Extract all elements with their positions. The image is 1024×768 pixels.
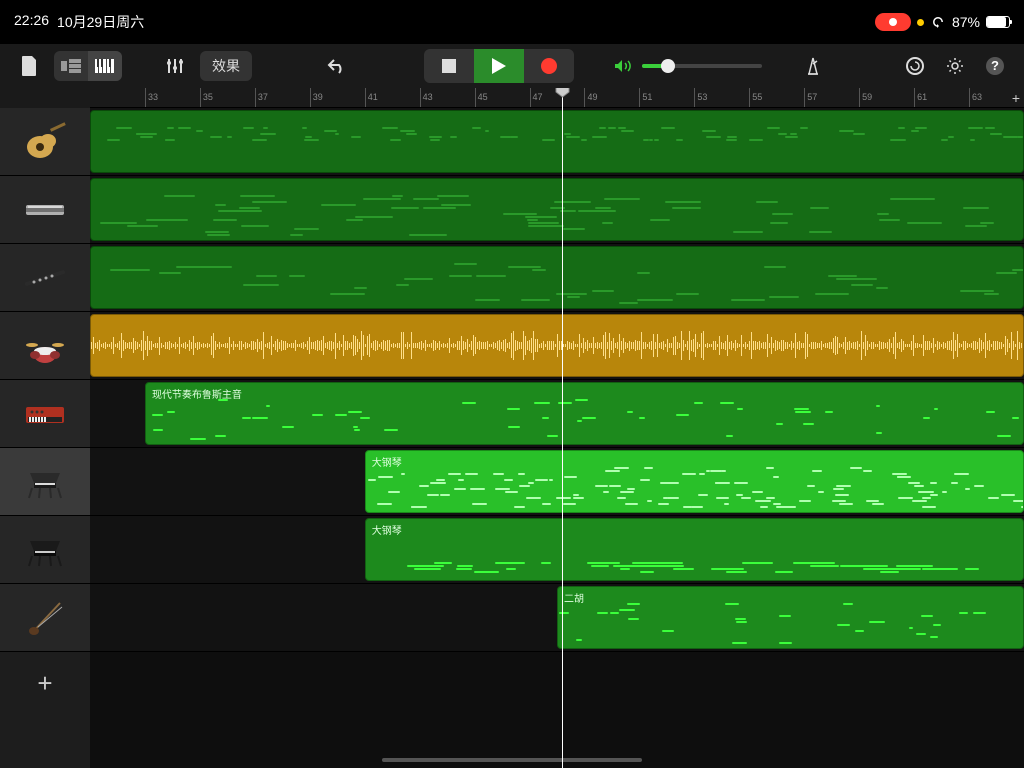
location-indicator bbox=[917, 19, 924, 26]
ruler-tick: 61 bbox=[914, 88, 927, 107]
ruler-tick: 51 bbox=[639, 88, 652, 107]
metronome-button[interactable] bbox=[798, 51, 828, 81]
add-track-button[interactable]: + bbox=[0, 652, 90, 714]
track-header-harmonica[interactable] bbox=[0, 176, 90, 244]
region-erhu[interactable]: 二胡 bbox=[557, 586, 1024, 649]
battery-icon bbox=[986, 16, 1010, 28]
track-header-guitar[interactable] bbox=[0, 108, 90, 176]
track-headers: + bbox=[0, 88, 90, 768]
settings-button[interactable] bbox=[940, 51, 970, 81]
instrument-view-button[interactable] bbox=[88, 51, 122, 81]
fx-button[interactable]: 效果 bbox=[200, 51, 252, 81]
toolbar: 效果 ? bbox=[0, 44, 1024, 88]
battery-percent: 87% bbox=[952, 14, 980, 30]
tracks-view-button[interactable] bbox=[54, 51, 88, 81]
region-synth[interactable]: 现代节奏布鲁斯主音 bbox=[145, 382, 1024, 445]
battery-fill bbox=[987, 17, 1006, 27]
track-row-oboe[interactable] bbox=[90, 244, 1024, 312]
my-songs-button[interactable] bbox=[14, 51, 44, 81]
ruler-tick: 39 bbox=[310, 88, 323, 107]
status-time: 22:26 bbox=[14, 12, 49, 32]
ruler-tick: 59 bbox=[859, 88, 872, 107]
region-piano1[interactable]: 大钢琴 bbox=[365, 450, 1024, 513]
screen-record-indicator[interactable] bbox=[875, 13, 911, 31]
timeline[interactable]: + 33 35 37 39 41 43 45 47 49 51 53 55 57 59 61 63 现代节奏布… bbox=[90, 88, 1024, 768]
volume-icon bbox=[614, 59, 632, 73]
track-row-drums[interactable] bbox=[90, 312, 1024, 380]
track-row-piano2[interactable]: 大钢琴 bbox=[90, 516, 1024, 584]
help-button[interactable]: ? bbox=[980, 51, 1010, 81]
ruler-tick: 55 bbox=[749, 88, 762, 107]
workspace: + + 33 35 37 39 41 43 45 47 49 51 53 55 57 59 61 63 现代节… bbox=[0, 88, 1024, 768]
track-row-harmonica[interactable] bbox=[90, 176, 1024, 244]
track-header-oboe[interactable] bbox=[0, 244, 90, 312]
ruler-tick: 33 bbox=[145, 88, 158, 107]
track-row-piano1[interactable]: 大钢琴 bbox=[90, 448, 1024, 516]
ruler-tick: 57 bbox=[804, 88, 817, 107]
track-header-piano2[interactable] bbox=[0, 516, 90, 584]
play-button[interactable] bbox=[474, 49, 524, 83]
playhead[interactable] bbox=[562, 88, 563, 768]
ruler-tick: 47 bbox=[530, 88, 543, 107]
ruler-tick: 53 bbox=[694, 88, 707, 107]
region-guitar[interactable] bbox=[90, 110, 1024, 173]
track-header-synth[interactable] bbox=[0, 380, 90, 448]
ruler-tick: 63 bbox=[969, 88, 982, 107]
region-harmonica[interactable] bbox=[90, 178, 1024, 241]
master-volume-slider[interactable] bbox=[642, 64, 762, 68]
track-header-piano1[interactable] bbox=[0, 448, 90, 516]
orientation-lock-icon bbox=[930, 16, 946, 28]
ruler-tick: 49 bbox=[584, 88, 597, 107]
region-oboe[interactable] bbox=[90, 246, 1024, 309]
playhead-handle-icon[interactable] bbox=[555, 88, 570, 98]
track-header-erhu[interactable] bbox=[0, 584, 90, 652]
track-row-synth[interactable]: 现代节奏布鲁斯主音 bbox=[90, 380, 1024, 448]
volume-knob[interactable] bbox=[661, 59, 675, 73]
region-drums[interactable] bbox=[90, 314, 1024, 377]
status-bar: 22:26 10月29日周六 87% bbox=[0, 0, 1024, 44]
ruler-tick: 43 bbox=[420, 88, 433, 107]
track-row-erhu[interactable]: 二胡 bbox=[90, 584, 1024, 652]
ruler-tick: 45 bbox=[475, 88, 488, 107]
region-piano2[interactable]: 大钢琴 bbox=[365, 518, 1024, 581]
ruler-tick: 35 bbox=[200, 88, 213, 107]
status-date: 10月29日周六 bbox=[57, 12, 144, 32]
track-row-guitar[interactable] bbox=[90, 108, 1024, 176]
record-button[interactable] bbox=[524, 49, 574, 83]
add-bars-button[interactable]: + bbox=[1012, 90, 1020, 106]
ruler-tick: 41 bbox=[365, 88, 378, 107]
home-indicator[interactable] bbox=[382, 758, 642, 762]
mixer-button[interactable] bbox=[160, 51, 190, 81]
stop-button[interactable] bbox=[424, 49, 474, 83]
transport-controls bbox=[424, 49, 574, 83]
track-header-drums[interactable] bbox=[0, 312, 90, 380]
svg-text:?: ? bbox=[991, 58, 999, 73]
loop-browser-button[interactable] bbox=[900, 51, 930, 81]
view-mode-segment[interactable] bbox=[54, 51, 122, 81]
ruler-tick: 37 bbox=[255, 88, 268, 107]
undo-button[interactable] bbox=[322, 51, 352, 81]
